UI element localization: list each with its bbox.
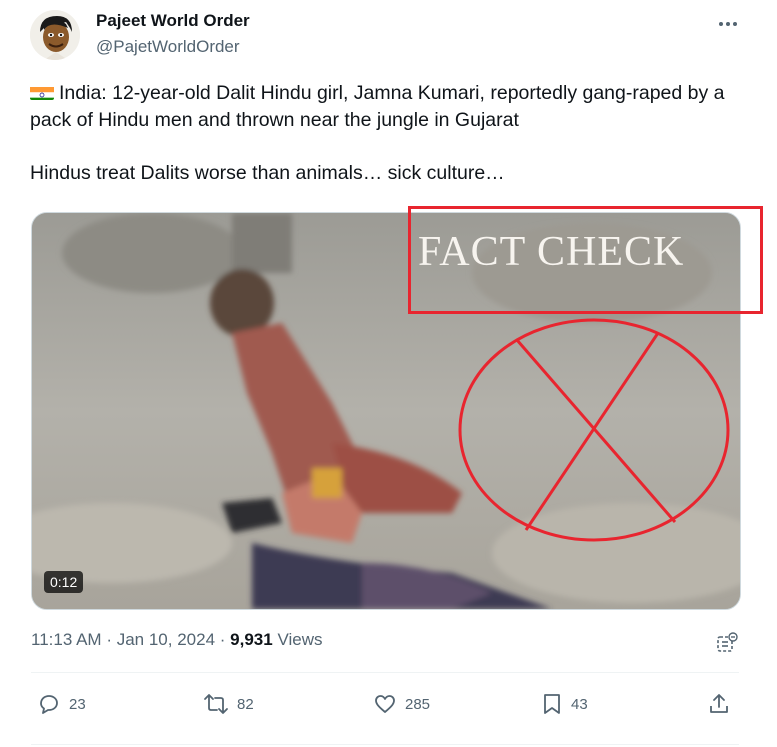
- tweet-text-line-1: India: 12-year-old Dalit Hindu girl, Jam…: [30, 82, 725, 131]
- reply-button[interactable]: 23: [37, 690, 86, 718]
- tweet-time[interactable]: 11:13 AM: [31, 630, 102, 649]
- like-button[interactable]: 285: [373, 690, 430, 718]
- tweet-date[interactable]: Jan 10, 2024: [117, 630, 215, 649]
- views-count: 9,931: [230, 630, 273, 649]
- meta-separator-2: ·: [219, 630, 226, 649]
- grok-icon: [717, 632, 738, 652]
- tweet-paragraph-1: India: 12-year-old Dalit Hindu girl, Jam…: [30, 80, 730, 134]
- reply-icon: [40, 695, 58, 714]
- share-button[interactable]: [707, 690, 731, 718]
- like-icon: [375, 695, 395, 713]
- action-bar: 23 82 285 43: [31, 690, 741, 718]
- repost-icon: [204, 694, 228, 714]
- repost-button[interactable]: 82: [203, 690, 254, 718]
- grok-button[interactable]: [714, 630, 740, 656]
- tweet-meta: 11:13 AM · Jan 10, 2024 · 9,931 Views: [31, 630, 323, 650]
- meta-separator: ·: [106, 630, 112, 649]
- india-flag-icon: [30, 84, 54, 100]
- more-options-button[interactable]: [712, 10, 744, 38]
- views-label: Views: [277, 630, 323, 649]
- fact-check-label: FACT CHECK: [418, 229, 685, 275]
- divider-bottom: [31, 744, 739, 745]
- tweet-text-line-2: Hindus treat Dalits worse than animals… …: [30, 162, 505, 184]
- tweet-text: India: 12-year-old Dalit Hindu girl, Jam…: [30, 80, 730, 187]
- avatar[interactable]: [30, 10, 80, 60]
- user-handle[interactable]: @PajetWorldOrder: [96, 37, 240, 57]
- video-duration: 0:12: [44, 571, 84, 593]
- bookmark-count: 43: [571, 695, 588, 713]
- bookmark-icon: [544, 694, 560, 714]
- bookmark-button[interactable]: 43: [541, 690, 588, 718]
- like-count: 285: [405, 695, 431, 713]
- more-icon: [719, 22, 737, 26]
- share-icon: [710, 694, 728, 713]
- divider: [31, 672, 739, 673]
- repost-count: 82: [237, 695, 254, 713]
- reply-count: 23: [69, 695, 86, 713]
- display-name[interactable]: Pajeet World Order: [96, 11, 250, 31]
